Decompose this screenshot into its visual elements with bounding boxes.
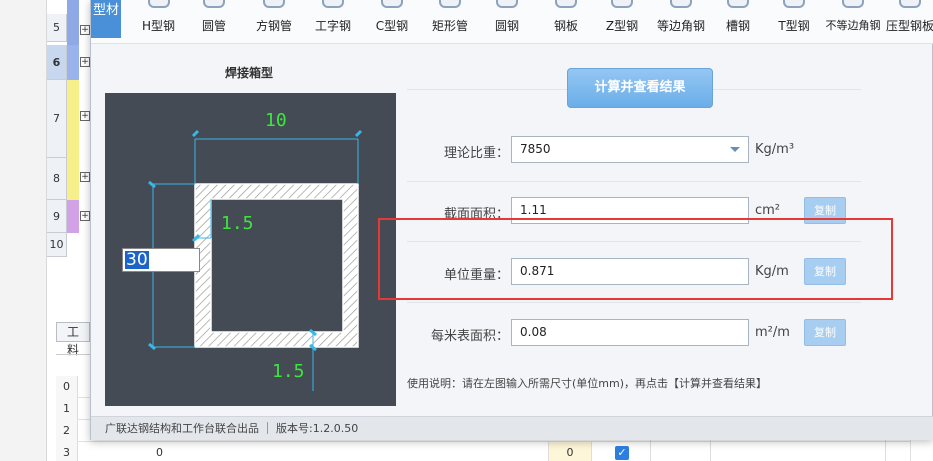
results-panel: 计算并查看结果 理论比重： 7850 Kg/m³ 截面面积： 1.11 cm² …: [407, 44, 933, 416]
chevron-down-icon[interactable]: [730, 147, 740, 152]
unequal-angle-icon: [842, 0, 864, 8]
grid-line: [710, 438, 711, 461]
density-value: 7850: [520, 142, 551, 156]
category-badge[interactable]: 型材: [91, 0, 121, 38]
tool-steel-plate[interactable]: 钢板: [546, 0, 586, 44]
area-label: 截面面积：: [443, 207, 509, 222]
surface-field[interactable]: 0.08: [511, 319, 749, 346]
table-cell-number[interactable]: 0: [548, 442, 592, 461]
tool-t-section[interactable]: T型钢: [773, 0, 815, 44]
row-number: 2: [56, 420, 78, 442]
version-text: 版本号:1.2.0.50: [276, 422, 359, 435]
row-number: 1: [56, 398, 78, 420]
row-header[interactable]: 9: [47, 200, 67, 233]
row-header[interactable]: 8: [47, 158, 67, 200]
status-separator: [267, 422, 268, 434]
round-pipe-icon: [203, 0, 225, 8]
grid-line: [650, 438, 651, 461]
tool-i-beam[interactable]: 工字钢: [309, 0, 357, 44]
dimension-bottom-thickness-label: 1.5: [272, 361, 305, 382]
grid-line: [885, 438, 886, 461]
unit-weight-label: 单位重量：: [443, 268, 509, 283]
rect-pipe-icon: [439, 0, 461, 8]
height-input-selected-text: 30: [125, 250, 149, 270]
steel-calculator-dialog: 型材 H型钢 圆管 方钢管 工字钢 C型钢 矩形管 圆钢 钢板 Z型钢 等边角钢…: [90, 0, 933, 440]
row-header[interactable]: 10: [47, 233, 67, 257]
density-unit: Kg/m³: [755, 142, 795, 157]
expand-icon[interactable]: +: [80, 211, 90, 221]
row-number: 0: [56, 376, 78, 398]
steel-plate-icon: [555, 0, 577, 8]
calculate-button[interactable]: 计算并查看结果: [567, 68, 713, 108]
shape-title: 焊接箱型: [224, 66, 273, 80]
density-label: 理论比重：: [443, 146, 509, 161]
channel-icon: [727, 0, 749, 8]
copy-area-button[interactable]: 复制: [804, 197, 846, 224]
expand-icon[interactable]: +: [80, 111, 90, 121]
row-header[interactable]: 5: [47, 14, 67, 42]
dimension-side-thickness-label: 1.5: [221, 213, 254, 234]
usage-instructions: 使用说明：请在左图输入所需尺寸(单位mm)，再点击【计算并查看结果】: [407, 377, 768, 390]
checkbox-checked[interactable]: ✓: [615, 446, 629, 460]
tool-c-channel[interactable]: C型钢: [369, 0, 415, 44]
area-field[interactable]: 1.11: [511, 197, 749, 224]
expand-icon[interactable]: +: [80, 25, 90, 35]
z-section-icon: [611, 0, 633, 8]
profiled-sheet-icon: [899, 0, 921, 8]
row-header[interactable]: 7: [47, 80, 67, 158]
equal-angle-icon: [670, 0, 692, 8]
left-panel: [0, 0, 47, 461]
round-bar-icon: [496, 0, 518, 8]
dimension-tick: [148, 180, 156, 189]
status-bar: 广联达钢结构和工作台联合出品 版本号:1.2.0.50: [91, 416, 933, 440]
row-color-yellow: [67, 80, 79, 200]
tool-rect-pipe[interactable]: 矩形管: [425, 0, 475, 44]
square-pipe-icon: [263, 0, 285, 8]
dimension-tick: [354, 129, 363, 138]
copy-unit-weight-button[interactable]: 复制: [804, 258, 846, 285]
c-channel-icon: [381, 0, 403, 8]
tool-square-pipe[interactable]: 方钢管: [249, 0, 299, 44]
unit-weight-unit: Kg/m: [755, 264, 789, 279]
publisher-text: 广联达钢结构和工作台联合出品: [105, 422, 259, 435]
area-unit: cm²: [755, 203, 781, 218]
table-row[interactable]: 3 0 0 ✓: [56, 442, 933, 461]
row-color-blue: [67, 45, 79, 80]
profile-toolbar: 型材 H型钢 圆管 方钢管 工字钢 C型钢 矩形管 圆钢 钢板 Z型钢 等边角钢…: [91, 0, 933, 44]
surface-label: 每米表面积：: [430, 329, 509, 344]
tool-round-pipe[interactable]: 圆管: [194, 0, 234, 44]
tool-profiled-sheet[interactable]: 压型钢板: [886, 0, 933, 44]
surface-unit: m²/m: [755, 325, 790, 340]
dimension-width-label: 10: [265, 110, 287, 131]
expand-icon[interactable]: +: [80, 172, 90, 182]
tool-z-section[interactable]: Z型钢: [599, 0, 645, 44]
tool-round-bar[interactable]: 圆钢: [487, 0, 527, 44]
table-cell[interactable]: 0: [156, 442, 163, 461]
t-section-icon: [783, 0, 805, 8]
divider: [407, 302, 861, 303]
tool-equal-angle[interactable]: 等边角钢: [653, 0, 709, 44]
tab-materials[interactable]: 工料: [56, 322, 90, 357]
divider: [407, 181, 861, 182]
i-beam-icon: [322, 0, 344, 8]
density-select[interactable]: 7850: [511, 136, 749, 163]
divider: [407, 241, 861, 242]
dimension-tick: [191, 129, 200, 138]
tool-h-beam[interactable]: H型钢: [136, 0, 181, 44]
dimension-tick: [148, 342, 156, 351]
h-beam-icon: [147, 0, 170, 8]
tool-channel[interactable]: 槽钢: [721, 0, 755, 44]
unit-weight-field[interactable]: 0.871: [511, 258, 749, 285]
row-color-blue: [67, 0, 79, 45]
row-header-active[interactable]: 6: [47, 45, 67, 80]
expand-icon[interactable]: +: [80, 57, 90, 67]
tool-unequal-angle[interactable]: 不等边角钢: [825, 0, 881, 44]
copy-surface-button[interactable]: 复制: [804, 319, 846, 346]
height-input[interactable]: 30: [122, 248, 200, 272]
row-color-purple: [67, 200, 79, 233]
row-number: 3: [56, 442, 78, 461]
